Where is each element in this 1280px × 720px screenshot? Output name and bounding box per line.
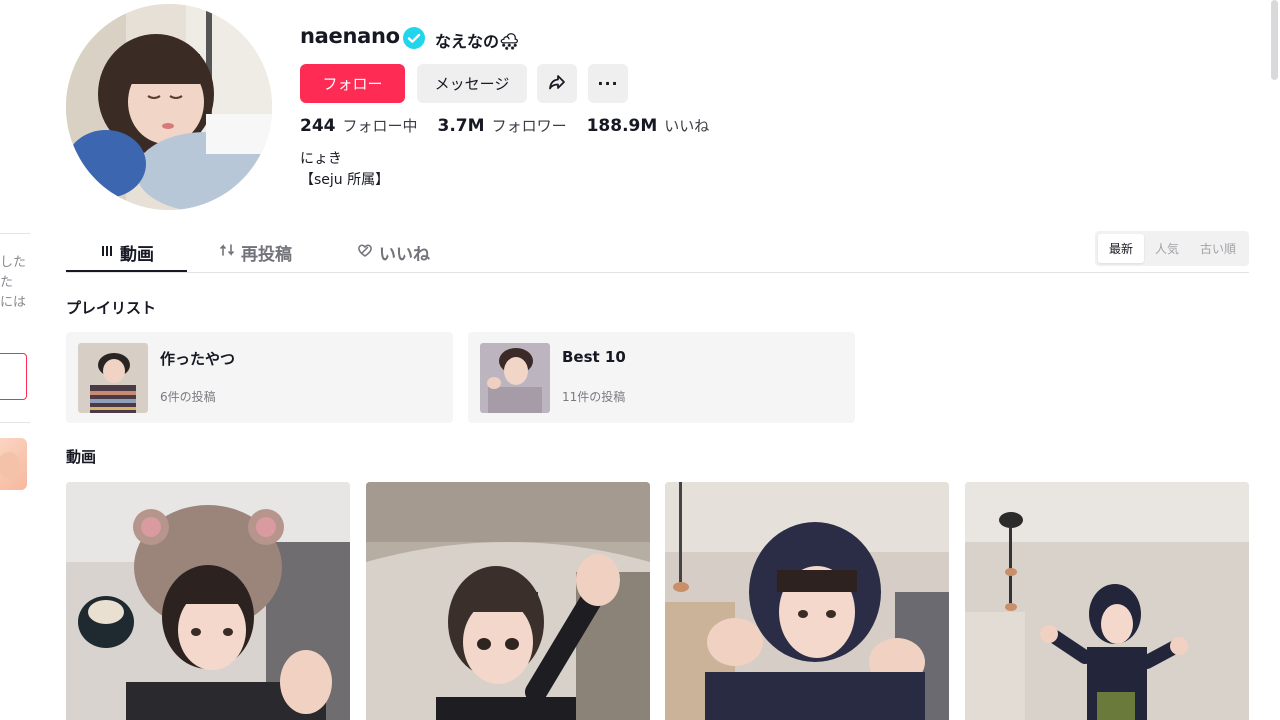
following-label: フォロー中 <box>342 117 418 135</box>
sidebar-text-line: た <box>0 275 14 290</box>
bio-line: にょき <box>300 151 342 167</box>
playlist-thumbnail <box>480 343 550 413</box>
sidebar-text-line: した <box>0 255 27 270</box>
message-button[interactable]: メッセージ <box>417 64 527 103</box>
bio: にょき 【seju 所属】 <box>300 149 389 191</box>
grid-icon <box>100 243 114 263</box>
playlist-thumbnail <box>78 343 148 413</box>
sidebar-login-button[interactable] <box>0 353 27 400</box>
tab-reposts[interactable]: 再投稿 <box>219 240 292 265</box>
tab-label: 再投稿 <box>241 245 292 265</box>
playlist-name: Best 10 <box>562 348 626 366</box>
sort-latest[interactable]: 最新 <box>1098 234 1144 263</box>
playlist-card[interactable]: 作ったやつ 6件の投稿 <box>66 332 453 423</box>
followers-label: フォロワー <box>491 117 567 135</box>
share-button[interactable] <box>537 64 577 103</box>
tab-label: いいね <box>379 245 430 265</box>
sidebar-divider <box>0 422 30 423</box>
sidebar-fragment: した た には <box>0 0 40 720</box>
likes-label: いいね <box>664 117 710 135</box>
verified-badge-icon <box>403 27 425 49</box>
playlists-title: プレイリスト <box>66 299 157 317</box>
followers-count[interactable]: 3.7M <box>438 116 485 136</box>
share-icon <box>547 72 567 96</box>
sidebar-divider <box>0 233 30 234</box>
sort-popular[interactable]: 人気 <box>1144 234 1190 263</box>
tabs-divider <box>66 272 1249 273</box>
likes-count: 188.9M <box>586 116 658 136</box>
username: naenano <box>300 24 400 48</box>
more-options-button[interactable]: ··· <box>588 64 628 103</box>
video-thumbnail[interactable] <box>665 482 949 720</box>
sidebar-promo-card[interactable] <box>0 438 27 490</box>
page-scrollbar[interactable] <box>1271 0 1278 80</box>
playlist-count: 6件の投稿 <box>160 390 216 404</box>
nickname: なえなの🌨 <box>435 32 520 51</box>
profile-stats: 244 フォロー中 3.7M フォロワー 188.9M いいね <box>300 115 729 136</box>
follow-button[interactable]: フォロー <box>300 64 405 103</box>
bio-line: 【seju 所属】 <box>300 172 390 188</box>
video-thumbnail[interactable] <box>965 482 1249 720</box>
tab-videos[interactable]: 動画 <box>100 240 154 265</box>
tab-label: 動画 <box>120 245 154 265</box>
playlist-count: 11件の投稿 <box>562 390 626 404</box>
sort-toggle: 最新 人気 古い順 <box>1095 231 1249 266</box>
tab-likes[interactable]: いいね <box>357 240 430 265</box>
playlist-name: 作ったやつ <box>160 350 236 368</box>
playlist-card[interactable]: Best 10 11件の投稿 <box>468 332 855 423</box>
avatar[interactable] <box>66 4 272 210</box>
sort-oldest[interactable]: 古い順 <box>1190 234 1246 263</box>
video-thumbnail[interactable] <box>366 482 650 720</box>
videos-title: 動画 <box>66 448 97 466</box>
repost-icon <box>219 242 235 263</box>
heart-icon <box>357 242 373 263</box>
video-thumbnail[interactable] <box>66 482 350 720</box>
sidebar-text-line: には <box>0 295 27 310</box>
following-count[interactable]: 244 <box>300 116 336 136</box>
